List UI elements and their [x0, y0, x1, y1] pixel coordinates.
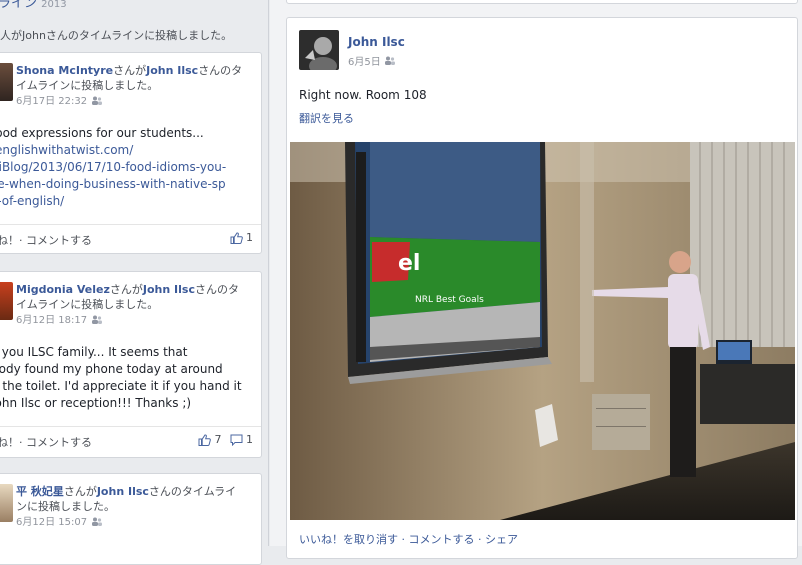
avatar[interactable] — [0, 63, 13, 101]
body-link[interactable]: s-of-english/ — [0, 193, 251, 210]
column-divider — [268, 0, 269, 546]
post-body: food expressions for our students... /en… — [0, 125, 251, 210]
timeline-post-card: Shona McIntyreさんがJohn Ilscさんのタイムラインに投稿しま… — [0, 52, 262, 254]
author-link[interactable]: 平 秋妃星 — [16, 485, 64, 498]
section-title-text: ライン — [0, 0, 38, 11]
main-post-card: John Ilsc 6月5日 Right now. Room 108 翻訳を見る — [286, 17, 798, 559]
post-photo[interactable]: el NRL Best Goals — [290, 142, 795, 520]
section-year: 2013 — [41, 0, 67, 10]
header-text: さんが — [63, 485, 97, 498]
section-subtitle: 人がJohnさんのタイムラインに投稿しました。 — [0, 29, 233, 42]
thumbs-up-icon — [198, 434, 211, 446]
like-count[interactable]: 1 — [230, 231, 253, 244]
body-line: k you ILSC family... It seems that — [0, 345, 188, 359]
author-link[interactable]: Migdonia Velez — [16, 283, 110, 296]
author-name-link[interactable]: John Ilsc — [348, 35, 405, 49]
header-text: さんが — [113, 64, 147, 77]
post-header: Migdonia VelezさんがJohn Ilscさんのタイムラインに投稿しま… — [16, 282, 246, 328]
post-header: Shona McIntyreさんがJohn Ilscさんのタイムラインに投稿しま… — [16, 63, 246, 109]
comment-count[interactable]: 1 — [230, 433, 253, 446]
like-count-value: 7 — [214, 433, 222, 446]
post-timestamp[interactable]: 6月5日 — [348, 57, 381, 68]
timeline-post-card: Migdonia VelezさんがJohn Ilscさんのタイムラインに投稿しま… — [0, 271, 262, 458]
friends-icon — [91, 313, 102, 328]
post-footer: ね！· コメントする 1 — [0, 224, 261, 253]
author-avatar[interactable] — [299, 30, 339, 70]
body-line: John Ilsc or reception!!! Thanks ;) — [0, 396, 192, 410]
timestamp[interactable]: 6月12日 15:07 — [16, 517, 87, 528]
target-link[interactable]: John Ilsc — [97, 485, 149, 498]
body-link[interactable]: se-when-doing-business-with-native-sp — [0, 176, 251, 193]
timestamp[interactable]: 6月17日 22:32 — [16, 96, 87, 107]
post-header: 平 秋妃星さんがJohn Ilscさんのタイムラインに投稿しました。 6月12日… — [16, 484, 246, 530]
comment-count-value: 1 — [246, 433, 253, 446]
like-comment-actions[interactable]: ね！· コメントする — [0, 232, 92, 248]
post-counts: 1 — [230, 231, 253, 244]
timeline-post-card: 平 秋妃星さんがJohn Ilscさんのタイムラインに投稿しました。 6月12日… — [0, 473, 262, 565]
translate-link[interactable]: 翻訳を見る — [299, 110, 354, 126]
post-body: k you ILSC family... It seems that body … — [0, 344, 251, 412]
post-actions[interactable]: いいね！を取り消す · コメントする · シェア — [299, 531, 518, 547]
post-counts: 7 1 — [198, 433, 253, 446]
friends-icon — [91, 94, 102, 109]
previous-post-edge — [286, 0, 798, 4]
body-link[interactable]: /englishwithatwist.com/ — [0, 142, 251, 159]
photo-caption: NRL Best Goals — [415, 295, 484, 305]
svg-text:el: el — [398, 251, 420, 276]
post-date: 6月5日 — [348, 53, 395, 68]
author-link[interactable]: Shona McIntyre — [16, 64, 113, 77]
body-line: n the toilet. I'd appreciate it if you h… — [0, 379, 242, 393]
like-count[interactable]: 7 — [198, 433, 222, 446]
post-footer: ね！· コメントする 7 1 — [0, 426, 261, 455]
target-link[interactable]: John Ilsc — [143, 283, 195, 296]
header-text: さんが — [109, 283, 143, 296]
friends-icon — [91, 515, 102, 530]
post-text: Right now. Room 108 — [299, 88, 427, 102]
body-link[interactable]: hiBlog/2013/06/17/10-food-idioms-you- — [0, 159, 251, 176]
body-line: body found my phone today at around — [0, 362, 223, 376]
thumbs-up-icon — [230, 232, 243, 244]
friends-icon — [384, 56, 395, 68]
left-column: ライン 2013 人がJohnさんのタイムラインに投稿しました。 Shona M… — [0, 0, 270, 565]
avatar[interactable] — [0, 484, 13, 522]
avatar[interactable] — [0, 282, 13, 320]
section-title: ライン 2013 — [0, 0, 67, 11]
like-comment-actions[interactable]: ね！· コメントする — [0, 434, 92, 450]
timestamp[interactable]: 6月12日 18:17 — [16, 315, 87, 326]
body-line: food expressions for our students... — [0, 126, 204, 140]
target-link[interactable]: John Ilsc — [146, 64, 198, 77]
like-count-value: 1 — [246, 231, 253, 244]
comment-icon — [230, 434, 242, 446]
